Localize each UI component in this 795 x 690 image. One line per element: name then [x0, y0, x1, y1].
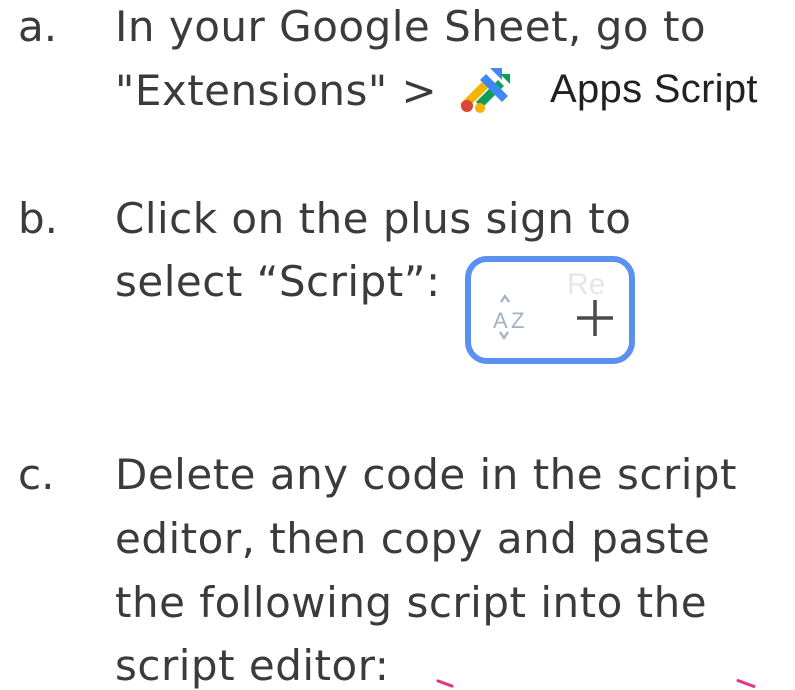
pink-annotation-left	[436, 679, 454, 688]
step-c-line-4: script editor:	[115, 641, 390, 690]
step-c-line-1: Delete any code in the script	[115, 450, 738, 499]
step-c-line-2: editor, then copy and paste	[115, 514, 711, 563]
plus-icon[interactable]	[575, 298, 615, 338]
step-c-line-3: the following script into the	[115, 578, 708, 627]
step-b-line-2: select “Script”:	[115, 257, 441, 306]
step-c-marker: c.	[18, 450, 55, 499]
apps-script-label: Apps Script	[550, 66, 758, 111]
faded-text: Re	[567, 268, 606, 301]
apps-script-menu-item[interactable]: Apps Script	[452, 58, 795, 120]
step-a-line-2: "Extensions" >	[115, 66, 438, 115]
step-b-marker: b.	[18, 194, 59, 243]
apps-script-logo-icon	[460, 68, 510, 113]
sort-az-icon: A Z	[493, 294, 524, 340]
svg-text:A: A	[493, 308, 508, 333]
toolbar-highlight: A Z Re	[465, 256, 635, 364]
svg-text:Z: Z	[511, 308, 524, 333]
step-a-marker: a.	[18, 2, 58, 51]
pink-annotation-right	[736, 678, 756, 689]
step-a-line-1: In your Google Sheet, go to	[115, 2, 707, 51]
step-b-line-1: Click on the plus sign to	[115, 194, 632, 243]
